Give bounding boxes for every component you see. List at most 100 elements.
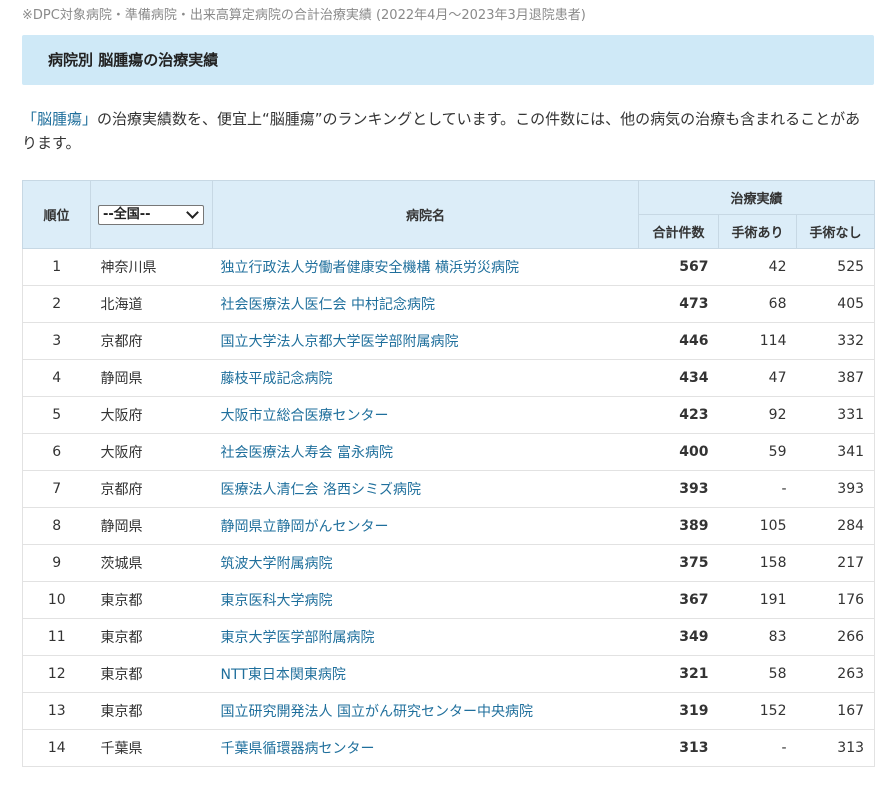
- with-surgery-cell: -: [718, 470, 797, 508]
- without-surgery-cell: 167: [796, 692, 876, 730]
- hospital-cell: 東京大学医学部附属病院: [212, 618, 639, 656]
- region-header: --全国--: [90, 180, 213, 249]
- hospital-cell: 独立行政法人労働者健康安全機構 横浜労災病院: [212, 248, 639, 286]
- hospital-link[interactable]: 社会医療法人寿会 富永病院: [221, 445, 393, 461]
- rank-cell: 11: [22, 618, 91, 656]
- with-surgery-header: 手術あり: [718, 214, 797, 249]
- with-surgery-cell: 152: [718, 692, 797, 730]
- without-surgery-cell: 393: [796, 470, 876, 508]
- hospital-link[interactable]: 千葉県循環器病センター: [221, 741, 375, 757]
- without-surgery-cell: 332: [796, 322, 876, 360]
- rank-cell: 2: [22, 285, 91, 323]
- rank-cell: 13: [22, 692, 91, 730]
- with-surgery-cell: 58: [718, 655, 797, 693]
- table-row: 4 静岡県 藤枝平成記念病院 434 47 387: [22, 359, 876, 397]
- total-cell: 389: [638, 507, 719, 545]
- hospital-link[interactable]: 東京大学医学部附属病院: [221, 630, 375, 646]
- hospital-link[interactable]: 医療法人清仁会 洛西シミズ病院: [221, 482, 421, 498]
- with-surgery-cell: 47: [718, 359, 797, 397]
- table-row: 6 大阪府 社会医療法人寿会 富永病院 400 59 341: [22, 433, 876, 471]
- hospital-link[interactable]: 藤枝平成記念病院: [221, 371, 333, 387]
- ranking-table: 順位 --全国-- 病院名 治療実績 合計件数 手術あり 手術なし 1 神奈川県独…: [22, 180, 876, 767]
- table-row: 10 東京都 東京医科大学病院 367 191 176: [22, 581, 876, 619]
- hospital-link[interactable]: 東京医科大学病院: [221, 593, 333, 609]
- prefecture-cell: 京都府: [90, 322, 213, 360]
- table-row: 5 大阪府 大阪市立総合医療センター 423 92 331: [22, 396, 876, 434]
- hospital-link[interactable]: 大阪市立総合医療センター: [221, 408, 389, 424]
- prefecture-cell: 静岡県: [90, 359, 213, 397]
- without-surgery-cell: 176: [796, 581, 876, 619]
- table-row: 8 静岡県 静岡県立静岡がんセンター 389 105 284: [22, 507, 876, 545]
- with-surgery-cell: -: [718, 729, 797, 767]
- rank-cell: 4: [22, 359, 91, 397]
- rank-cell: 8: [22, 507, 91, 545]
- total-cell: 400: [638, 433, 719, 471]
- hospital-cell: 国立大学法人京都大学医学部附属病院: [212, 322, 639, 360]
- without-surgery-cell: 266: [796, 618, 876, 656]
- with-surgery-cell: 92: [718, 396, 797, 434]
- hospital-link[interactable]: NTT東日本関東病院: [221, 667, 346, 683]
- section-banner: 病院別 脳腫瘍の治療実績: [22, 35, 874, 85]
- rank-cell: 12: [22, 655, 91, 693]
- hospital-link[interactable]: 筑波大学附属病院: [221, 556, 333, 572]
- hospital-cell: 国立研究開発法人 国立がん研究センター中央病院: [212, 692, 639, 730]
- with-surgery-cell: 42: [718, 248, 797, 286]
- hospital-link[interactable]: 静岡県立静岡がんセンター: [221, 519, 389, 535]
- table-row: 1 神奈川県 独立行政法人労働者健康安全機構 横浜労災病院 567 42 525: [22, 248, 876, 286]
- prefecture-cell: 神奈川県: [90, 248, 213, 286]
- hospital-cell: 社会医療法人医仁会 中村記念病院: [212, 285, 639, 323]
- without-surgery-cell: 405: [796, 285, 876, 323]
- total-cell: 319: [638, 692, 719, 730]
- table-row: 11 東京都 東京大学医学部附属病院 349 83 266: [22, 618, 876, 656]
- total-cell: 375: [638, 544, 719, 582]
- without-surgery-cell: 341: [796, 433, 876, 471]
- description-text: 「脳腫瘍」の治療実績数を、便宜上“脳腫瘍”のランキングとしています。この件数には…: [22, 107, 872, 155]
- chevron-down-icon: [186, 205, 199, 219]
- hospital-link[interactable]: 社会医療法人医仁会 中村記念病院: [221, 297, 435, 313]
- without-surgery-cell: 313: [796, 729, 876, 767]
- rank-cell: 5: [22, 396, 91, 434]
- total-header: 合計件数: [638, 214, 719, 249]
- prefecture-cell: 茨城県: [90, 544, 213, 582]
- with-surgery-cell: 59: [718, 433, 797, 471]
- total-cell: 446: [638, 322, 719, 360]
- rank-cell: 1: [22, 248, 91, 286]
- with-surgery-cell: 68: [718, 285, 797, 323]
- region-select[interactable]: --全国--: [98, 204, 204, 225]
- with-surgery-cell: 158: [718, 544, 797, 582]
- region-select-value: --全国--: [103, 206, 151, 222]
- hospital-link[interactable]: 国立大学法人京都大学医学部附属病院: [221, 334, 459, 350]
- rank-cell: 6: [22, 433, 91, 471]
- rank-cell: 9: [22, 544, 91, 582]
- without-surgery-cell: 263: [796, 655, 876, 693]
- without-surgery-cell: 331: [796, 396, 876, 434]
- with-surgery-cell: 83: [718, 618, 797, 656]
- description-body: の治療実績数を、便宜上“脳腫瘍”のランキングとしています。この件数には、他の病気…: [22, 110, 861, 152]
- hospital-link[interactable]: 独立行政法人労働者健康安全機構 横浜労災病院: [221, 260, 519, 276]
- prefecture-cell: 大阪府: [90, 396, 213, 434]
- table-row: 14 千葉県 千葉県循環器病センター 313-313: [22, 729, 876, 767]
- total-cell: 313: [638, 729, 719, 767]
- section-title: 病院別 脳腫瘍の治療実績: [48, 51, 219, 69]
- table-row: 12 東京都 NTT東日本関東病院 321 58 263: [22, 655, 876, 693]
- prefecture-cell: 大阪府: [90, 433, 213, 471]
- results-header: 治療実績: [637, 180, 876, 215]
- rank-header: 順位: [22, 180, 91, 249]
- without-surgery-cell: 525: [796, 248, 876, 286]
- total-cell: 393: [638, 470, 719, 508]
- prefecture-cell: 静岡県: [90, 507, 213, 545]
- prefecture-cell: 東京都: [90, 581, 213, 619]
- hospital-cell: 静岡県立静岡がんセンター: [212, 507, 639, 545]
- with-surgery-cell: 114: [718, 322, 797, 360]
- prefecture-cell: 京都府: [90, 470, 213, 508]
- table-row: 2 北海道 社会医療法人医仁会 中村記念病院 473 68 405: [22, 285, 876, 323]
- total-cell: 473: [638, 285, 719, 323]
- hospital-cell: 筑波大学附属病院: [212, 544, 639, 582]
- table-row: 7 京都府 医療法人清仁会 洛西シミズ病院 393-393: [22, 470, 876, 508]
- with-surgery-cell: 105: [718, 507, 797, 545]
- table-row: 13 東京都 国立研究開発法人 国立がん研究センター中央病院 319 152 167: [22, 692, 876, 730]
- prefecture-cell: 千葉県: [90, 729, 213, 767]
- with-surgery-cell: 191: [718, 581, 797, 619]
- hospital-link[interactable]: 国立研究開発法人 国立がん研究センター中央病院: [221, 704, 533, 720]
- hospital-cell: NTT東日本関東病院: [212, 655, 639, 693]
